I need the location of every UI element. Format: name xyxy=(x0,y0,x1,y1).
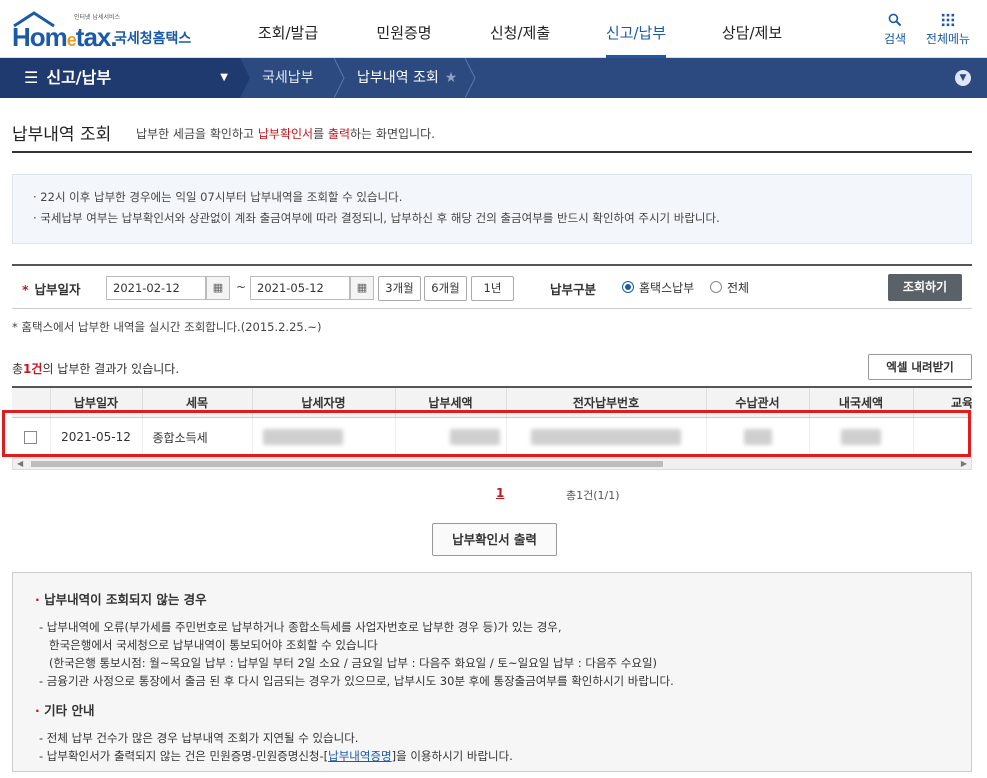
date-label: * 납부일자 xyxy=(22,282,81,297)
top-header: 인터넷 납세서비스 Hometax. 국세청홈택스 조회/발급 민원증명 신청/… xyxy=(0,0,987,58)
scroll-right-icon[interactable]: ▶ xyxy=(961,459,967,469)
radio-all[interactable] xyxy=(710,281,722,293)
caret-down-icon: ▼ xyxy=(220,72,228,83)
title-divider xyxy=(12,151,972,153)
calendar-icon[interactable]: ▦ xyxy=(350,276,374,300)
guide-section-title: 기타 안내 xyxy=(35,700,949,719)
logo-tagline: 인터넷 납세서비스 xyxy=(74,14,121,21)
all-menu-button[interactable]: 전체메뉴 xyxy=(922,10,974,50)
period-3months-button[interactable]: 3개월 xyxy=(378,276,421,301)
guide-line: 한국은행에서 국세청으로 납부내역이 통보되어야 조회할 수 있습니다 xyxy=(49,638,378,652)
breadcrumb-separator-icon xyxy=(240,58,250,98)
radio-hometax-payment[interactable] xyxy=(622,281,634,293)
nav-certificate[interactable]: 민원증명 xyxy=(346,0,462,58)
excel-download-button[interactable]: 엑셀 내려받기 xyxy=(868,354,972,380)
search-icon xyxy=(888,13,902,27)
print-certificate-button[interactable]: 납부확인서 출력 xyxy=(432,523,557,556)
hamburger-icon: ☰ xyxy=(24,68,39,87)
nav-apply[interactable]: 신청/제출 xyxy=(462,0,578,58)
info-line: · 국세납부 여부는 납부확인서와 상관없이 계좌 출금여부에 따라 결정되니,… xyxy=(33,211,720,225)
date-range-tilde: ~ xyxy=(236,280,247,294)
hometax-logo[interactable]: 인터넷 납세서비스 Hometax. 국세청홈택스 xyxy=(12,10,197,52)
realtime-note: * 홈택스에서 납부한 내역을 실시간 조회합니다.(2015.2.25.~) xyxy=(12,320,322,334)
page-title: 납부내역 조회 xyxy=(12,125,112,145)
required-mark: * xyxy=(22,282,29,297)
payment-type-label: 납부구분 xyxy=(550,282,597,297)
result-count: 총1건의 납부한 결과가 있습니다. xyxy=(12,362,180,376)
nav-inquiry[interactable]: 조회/발급 xyxy=(230,0,346,58)
logo-wordmark: Hometax. xyxy=(12,22,118,52)
breadcrumb-separator-icon xyxy=(465,58,476,98)
highlight-annotation-box xyxy=(2,410,971,457)
payment-proof-link[interactable]: 납부내역증명 xyxy=(328,749,391,763)
period-6months-button[interactable]: 6개월 xyxy=(424,276,467,301)
expand-chevron-icon[interactable]: ▼ xyxy=(955,70,971,86)
nav-report-pay[interactable]: 신고/납부 xyxy=(578,0,694,58)
guide-line: - 금융기관 사정으로 통장에서 출금 된 후 다시 입금되는 경우가 있으므로… xyxy=(39,674,674,688)
calendar-icon[interactable]: ▦ xyxy=(206,276,230,300)
breadcrumb-separator-icon xyxy=(334,58,345,98)
all-menu-label: 전체메뉴 xyxy=(925,32,971,46)
scrollbar-thumb[interactable] xyxy=(31,461,663,467)
page-number-current[interactable]: 1 xyxy=(496,486,504,500)
section-menu-dropdown[interactable]: ☰ 신고/납부 ▼ xyxy=(0,58,240,98)
nav-consult[interactable]: 상담/제보 xyxy=(694,0,810,58)
location-bar: ☰ 신고/납부 ▼ 국세납부 납부내역 조회 ★ ▼ xyxy=(0,58,987,98)
period-1year-button[interactable]: 1년 xyxy=(471,276,514,301)
date-from-input[interactable]: 2021-02-12 xyxy=(106,276,206,300)
global-nav: 조회/발급 민원증명 신청/제출 신고/납부 상담/제보 xyxy=(230,0,810,58)
search-label: 검색 xyxy=(883,32,907,46)
scroll-left-icon[interactable]: ◀ xyxy=(17,459,23,469)
guide-line: - 전체 납부 건수가 많은 경우 납부내역 조회가 지연될 수 있습니다. xyxy=(39,731,359,745)
logo-korean: 국세청홈택스 xyxy=(114,31,192,47)
section-menu-title: 신고/납부 xyxy=(46,68,112,87)
guide-line: (한국은행 통보시점: 월~목요일 납부 : 납부일 부터 2일 소요 / 금요… xyxy=(49,656,658,670)
guide-line: - 납부내역에 오류(부가세를 주민번호로 납부하거나 종합소득세를 사업자번호… xyxy=(39,620,562,634)
guide-line: - 납부확인서가 출력되지 않는 건은 민원증명-민원증명신청-[납부내역증명]… xyxy=(39,749,513,763)
date-to-input[interactable]: 2021-05-12 xyxy=(250,276,350,300)
search-submit-button[interactable]: 조회하기 xyxy=(888,274,962,301)
radio-hometax-label[interactable]: 홈택스납부 xyxy=(639,279,694,296)
favorite-star-icon[interactable]: ★ xyxy=(445,70,458,86)
search-button[interactable]: 검색 xyxy=(878,10,912,50)
info-line: · 22시 이후 납부한 경우에는 익일 07시부터 납부내역을 조회할 수 있… xyxy=(33,190,403,204)
page-total-text: 총1건(1/1) xyxy=(566,489,620,502)
breadcrumb-tax-payment[interactable]: 국세납부 xyxy=(262,58,314,98)
info-notice-box: · 22시 이후 납부한 경우에는 익일 07시부터 납부내역을 조회할 수 있… xyxy=(12,174,972,244)
page-description: 납부한 세금을 확인하고 납부확인서를 출력하는 화면입니다. xyxy=(136,127,435,141)
radio-all-label[interactable]: 전체 xyxy=(727,279,749,296)
breadcrumb-current-label: 납부내역 조회 xyxy=(357,70,439,86)
breadcrumb-current: 납부내역 조회 ★ xyxy=(357,58,457,98)
table-horizontal-scrollbar[interactable]: ◀ ▶ xyxy=(12,458,972,470)
guide-section-title: 납부내역이 조회되지 않는 경우 xyxy=(35,589,949,608)
grid-menu-icon xyxy=(941,13,955,27)
search-form: * 납부일자 2021-02-12 ▦ ~ 2021-05-12 ▦ 3개월 6개… xyxy=(12,264,972,309)
guide-box: 납부내역이 조회되지 않는 경우 - 납부내역에 오류(부가세를 주민번호로 납… xyxy=(12,572,972,772)
